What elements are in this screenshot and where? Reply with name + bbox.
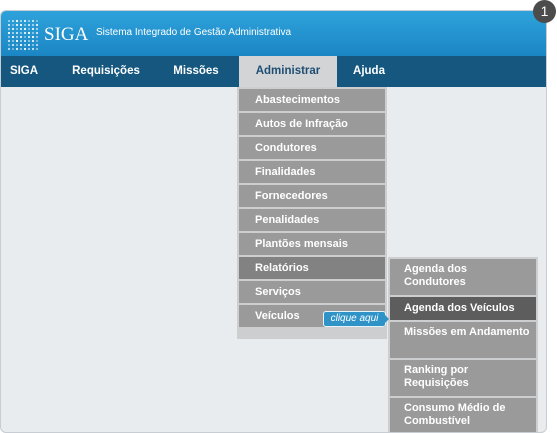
step-badge: 1 (533, 0, 556, 23)
menu-item-relatorios[interactable]: Relatórios (239, 257, 385, 279)
logo-icon (7, 19, 39, 51)
header-bar: SIGA Sistema Integrado de Gestão Adminis… (1, 11, 546, 56)
menu-item-servicos[interactable]: Serviços (239, 281, 385, 303)
nav-item-requisicoes[interactable]: Requisições (61, 56, 151, 87)
menu-item-fornecedores[interactable]: Fornecedores (239, 185, 385, 207)
click-here-callout: clique aqui (323, 311, 386, 327)
nav-item-siga[interactable]: SIGA (1, 56, 47, 87)
app-title: Sistema Integrado de Gestão Administrati… (96, 27, 292, 38)
report-item-agenda-condutores[interactable]: Agenda dos Condutores (390, 259, 536, 295)
relatorios-submenu: Agenda dos Condutores Agenda dos Veículo… (388, 257, 538, 432)
menu-item-abastecimentos[interactable]: Abastecimentos (239, 89, 385, 111)
nav-item-ajuda[interactable]: Ajuda (343, 56, 395, 87)
logo-text: SIGA (44, 24, 89, 45)
report-item-missoes-andamento[interactable]: Missões em Andamento (390, 322, 536, 358)
callout-arrow-icon (384, 314, 389, 324)
report-item-agenda-veiculos[interactable]: Agenda dos Veículos (390, 297, 536, 320)
app-window: SIGA Sistema Integrado de Gestão Adminis… (0, 10, 547, 433)
menu-item-plantoes-mensais[interactable]: Plantões mensais (239, 233, 385, 255)
nav-item-administrar[interactable]: Administrar (239, 56, 337, 87)
administrar-dropdown: Abastecimentos Autos de Infração Conduto… (237, 87, 387, 339)
menu-item-autos-de-infracao[interactable]: Autos de Infração (239, 113, 385, 135)
nav-item-missoes[interactable]: Missões (161, 56, 231, 87)
main-nav: SIGA Requisições Missões Administrar Aju… (1, 56, 546, 87)
menu-item-condutores[interactable]: Condutores (239, 137, 385, 159)
report-item-ranking-requisicoes[interactable]: Ranking por Requisições (390, 360, 536, 396)
report-item-consumo-medio[interactable]: Consumo Médio de Combustível (390, 398, 536, 432)
menu-item-finalidades[interactable]: Finalidades (239, 161, 385, 183)
menu-item-penalidades[interactable]: Penalidades (239, 209, 385, 231)
